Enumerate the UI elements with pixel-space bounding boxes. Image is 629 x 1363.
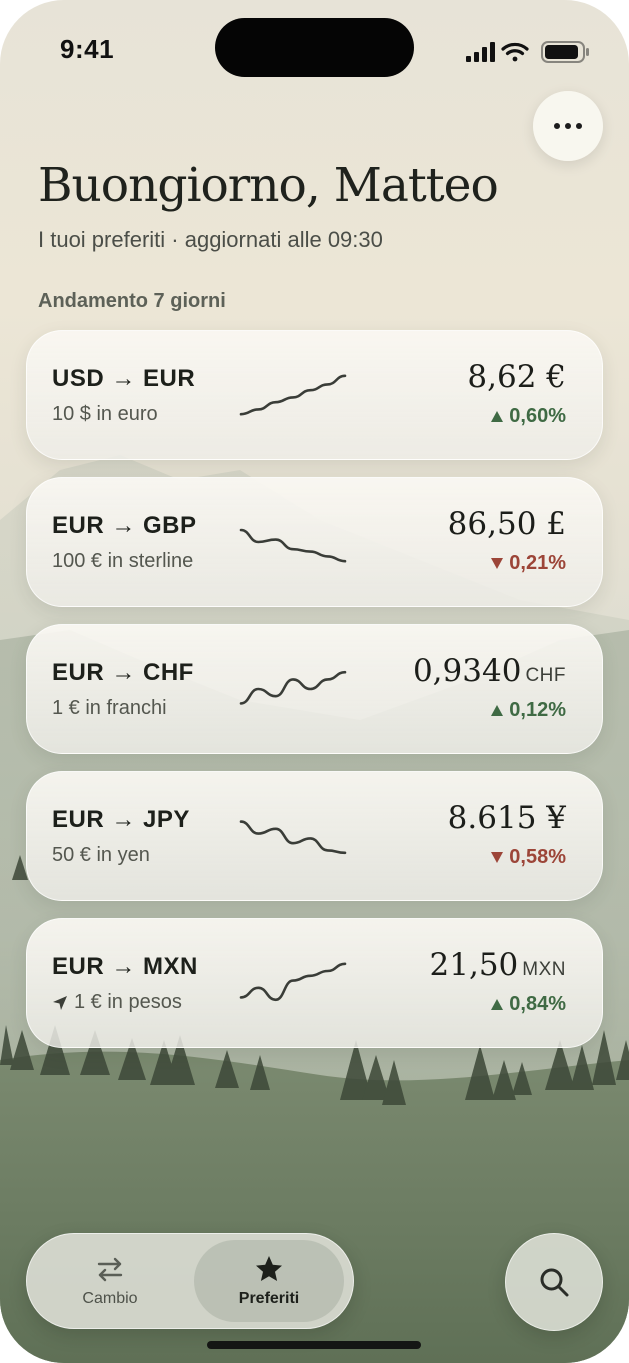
- conversion-description: 100 € in sterline: [52, 550, 193, 573]
- tab-preferiti-label: Preferiti: [238, 1290, 300, 1307]
- favorite-card[interactable]: EUR → CHF 1 € in franchi 0,9340 CHF 0,12%: [26, 624, 603, 754]
- currency-pair: EUR → GBP: [52, 512, 197, 539]
- tab-bar: Cambio Preferiti: [26, 1233, 354, 1329]
- favorite-card[interactable]: USD → EUR 10 $ in euro 8,62 € 0,60%: [26, 330, 603, 460]
- section-label: Andamento 7 giorni: [38, 290, 226, 312]
- currency-pair: EUR → CHF: [52, 659, 194, 686]
- triangle-up-icon: [491, 411, 504, 422]
- converted-value-amount: 21,50: [429, 947, 519, 983]
- more-options-button[interactable]: [533, 91, 603, 161]
- currency-pair: USD → EUR: [52, 365, 196, 392]
- converted-value-amount: 8.615 ¥: [447, 800, 566, 836]
- page-subtitle: I tuoi preferiti · aggiornati alle 09:30: [38, 227, 383, 252]
- favorite-card[interactable]: EUR → JPY 50 € in yen 8.615 ¥ 0,58%: [26, 771, 603, 901]
- currency-pair: EUR → JPY: [52, 806, 190, 833]
- sparkline-path: [239, 528, 347, 563]
- percent-change-text: 0,21%: [509, 552, 566, 574]
- favorite-card[interactable]: EUR → MXN 1 € in pesos 21,50 MXN 0,84%: [26, 918, 603, 1048]
- triangle-up-icon: [491, 705, 504, 716]
- favorite-card[interactable]: EUR → GBP 100 € in sterline 86,50 £ 0,21%: [26, 477, 603, 607]
- currency-pair: EUR → MXN: [52, 953, 198, 980]
- percent-change-text: 0,58%: [509, 846, 566, 868]
- trend-sparkline: [239, 670, 347, 705]
- converted-value: 0,9340 CHF: [413, 653, 566, 689]
- triangle-up-icon: [491, 999, 504, 1010]
- search-icon: [540, 1268, 569, 1297]
- star-icon: [256, 1256, 282, 1281]
- tab-cambio[interactable]: Cambio: [35, 1240, 185, 1322]
- conversion-description-text: 1 € in pesos: [74, 991, 182, 1013]
- percent-change: 0,84%: [491, 993, 566, 1016]
- phone-screen: 9:41 Buongiorno, Matteo I tuoi preferiti…: [0, 0, 629, 1363]
- conversion-description: 10 $ in euro: [52, 403, 158, 426]
- sparkline-path: [239, 374, 347, 416]
- converted-value: 8,62 €: [467, 359, 566, 395]
- search-button[interactable]: [505, 1233, 603, 1331]
- conversion-description-text: 1 € in franchi: [52, 697, 167, 719]
- converted-value-amount: 8,62 €: [467, 359, 566, 395]
- converted-value: 86,50 £: [448, 506, 566, 542]
- percent-change: 0,60%: [491, 405, 566, 428]
- currency-unit: MXN: [522, 959, 566, 980]
- conversion-description: 50 € in yen: [52, 844, 150, 867]
- percent-change-text: 0,84%: [509, 993, 566, 1015]
- percent-change-text: 0,12%: [509, 699, 566, 721]
- trend-sparkline: [239, 374, 347, 416]
- dynamic-island: [215, 18, 414, 77]
- conversion-description-text: 50 € in yen: [52, 844, 150, 866]
- status-icons: [466, 41, 589, 63]
- sparkline-path: [239, 962, 347, 1002]
- home-indicator: [207, 1341, 421, 1349]
- percent-change-text: 0,60%: [509, 405, 566, 427]
- currency-unit: CHF: [525, 665, 566, 686]
- converted-value-amount: 86,50 £: [447, 506, 566, 542]
- sparkline-path: [239, 820, 347, 855]
- swap-arrows-icon: [97, 1257, 123, 1282]
- location-arrow-icon: [53, 995, 67, 1010]
- ellipsis-icon: [552, 123, 585, 129]
- page-title: Buongiorno, Matteo: [38, 158, 499, 213]
- triangle-down-icon: [491, 852, 504, 863]
- percent-change: 0,12%: [491, 699, 566, 722]
- percent-change: 0,21%: [491, 552, 566, 575]
- trend-sparkline: [239, 528, 347, 563]
- triangle-down-icon: [491, 558, 504, 569]
- conversion-description: 1 € in pesos: [52, 991, 182, 1014]
- tab-cambio-label: Cambio: [82, 1290, 138, 1307]
- status-time: 9:41: [60, 34, 115, 64]
- converted-value: 8.615 ¥: [448, 800, 566, 836]
- conversion-description-text: 100 € in sterline: [52, 550, 194, 572]
- tab-preferiti[interactable]: Preferiti: [194, 1240, 344, 1322]
- wifi-icon: [501, 42, 529, 62]
- battery-icon: [541, 41, 589, 63]
- converted-value: 21,50 MXN: [430, 947, 566, 983]
- trend-sparkline: [239, 820, 347, 855]
- cellular-signal-icon: [466, 42, 495, 62]
- converted-value-amount: 0,9340: [412, 653, 522, 689]
- percent-change: 0,58%: [491, 846, 566, 869]
- sparkline-path: [239, 670, 347, 705]
- conversion-description: 1 € in franchi: [52, 697, 167, 720]
- conversion-description-text: 10 $ in euro: [52, 403, 158, 425]
- trend-sparkline: [239, 962, 347, 1002]
